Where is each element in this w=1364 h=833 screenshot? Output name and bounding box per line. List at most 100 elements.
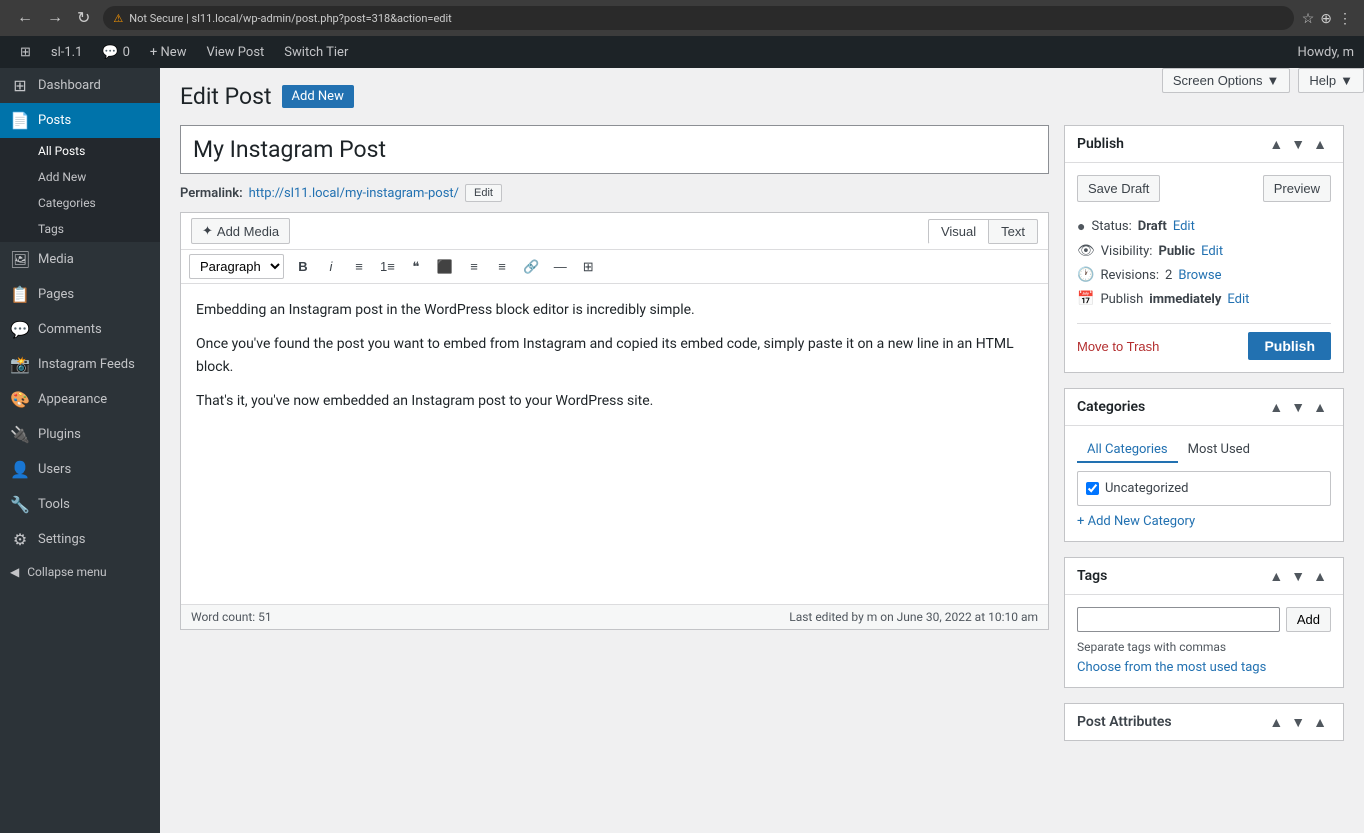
tags-toggle-down[interactable]: ▼ <box>1287 566 1309 586</box>
sidebar-submenu-categories[interactable]: Categories <box>0 190 160 216</box>
new-item[interactable]: + New <box>140 36 197 68</box>
publish-button[interactable]: Publish <box>1248 332 1331 360</box>
publish-timing-edit[interactable]: Edit <box>1227 292 1249 307</box>
categories-box-body: All Categories Most Used Uncategorized +… <box>1065 426 1343 541</box>
sidebar-submenu-add-new[interactable]: Add New <box>0 164 160 190</box>
media-icon: 🖼 <box>10 250 30 269</box>
screen-options-button[interactable]: Screen Options ▼ <box>1162 68 1290 93</box>
tab-visual[interactable]: Visual <box>928 219 989 244</box>
post-attributes-toggle-collapse[interactable]: ▲ <box>1309 712 1331 732</box>
save-draft-button[interactable]: Save Draft <box>1077 175 1160 202</box>
post-attributes-toggle-up[interactable]: ▲ <box>1265 712 1287 732</box>
publish-box-body: Save Draft Preview ● Status: Draft Edit <box>1065 163 1343 372</box>
bold-button[interactable]: B <box>290 255 316 278</box>
add-new-category-link[interactable]: + Add New Category <box>1077 514 1331 529</box>
sidebar-item-tools[interactable]: 🔧 Tools <box>0 487 160 522</box>
sidebar: ⊞ Dashboard 📄 Posts All Posts Add New Ca… <box>0 68 160 833</box>
italic-button[interactable]: i <box>318 255 344 278</box>
visibility-edit-link[interactable]: Edit <box>1201 244 1223 259</box>
refresh-button[interactable]: ↻ <box>72 6 95 30</box>
switch-tier-item[interactable]: Switch Tier <box>274 36 358 68</box>
wp-logo-item[interactable]: ⊞ <box>10 36 41 68</box>
new-label: + New <box>150 45 187 60</box>
move-to-trash-button[interactable]: Move to Trash <box>1077 339 1159 354</box>
post-attributes-toggle-down[interactable]: ▼ <box>1287 712 1309 732</box>
tag-add-button[interactable]: Add <box>1286 607 1331 632</box>
menu-button[interactable]: ⋮ <box>1338 10 1352 27</box>
link-button[interactable]: 🔗 <box>517 255 545 279</box>
publish-box-toggle-down[interactable]: ▼ <box>1287 134 1309 154</box>
back-button[interactable]: ← <box>12 6 38 30</box>
publish-box-toggle-collapse[interactable]: ▲ <box>1309 134 1331 154</box>
editor-toolbar-top: ✦ Add Media Visual Text <box>181 213 1048 250</box>
add-media-button[interactable]: ✦ Add Media <box>191 218 290 244</box>
help-button[interactable]: Help ▼ <box>1298 68 1364 93</box>
unordered-list-button[interactable]: ≡ <box>346 255 372 278</box>
categories-toggle-up[interactable]: ▲ <box>1265 397 1287 417</box>
category-checkbox-uncategorized[interactable] <box>1086 482 1099 495</box>
comments-item[interactable]: 💬 0 <box>92 36 140 68</box>
revisions-browse-link[interactable]: Browse <box>1178 268 1221 283</box>
sidebar-item-settings[interactable]: ⚙ Settings <box>0 522 160 557</box>
tags-box-title: Tags <box>1077 568 1265 584</box>
tab-all-categories[interactable]: All Categories <box>1077 438 1178 463</box>
instagram-icon: 📸 <box>10 355 30 374</box>
categories-meta-box: Categories ▲ ▼ ▲ All Categories Most Use… <box>1064 388 1344 542</box>
preview-button[interactable]: Preview <box>1263 175 1331 202</box>
bookmark-button[interactable]: ☆ <box>1302 10 1315 27</box>
add-media-label: Add Media <box>217 224 279 239</box>
categories-toggle-collapse[interactable]: ▲ <box>1309 397 1331 417</box>
sidebar-item-comments[interactable]: 💬 Comments <box>0 312 160 347</box>
tab-text[interactable]: Text <box>989 219 1038 244</box>
permalink-link[interactable]: http://sl11.local/my-instagram-post/ <box>249 186 459 201</box>
choose-tags-link[interactable]: Choose from the most used tags <box>1077 660 1266 675</box>
revisions-label: Revisions: <box>1100 268 1159 283</box>
sidebar-item-pages[interactable]: 📋 Pages <box>0 277 160 312</box>
sidebar-item-posts[interactable]: 📄 Posts <box>0 103 160 138</box>
categories-toggle-down[interactable]: ▼ <box>1287 397 1309 417</box>
sidebar-item-dashboard[interactable]: ⊞ Dashboard <box>0 68 160 103</box>
align-right-button[interactable]: ≡ <box>489 255 515 278</box>
appearance-icon: 🎨 <box>10 390 30 409</box>
sidebar-item-plugins[interactable]: 🔌 Plugins <box>0 417 160 452</box>
status-value: Draft <box>1138 219 1167 234</box>
post-title-input[interactable] <box>180 125 1049 174</box>
collapse-menu-item[interactable]: ◀ Collapse menu <box>0 557 160 587</box>
sidebar-item-appearance[interactable]: 🎨 Appearance <box>0 382 160 417</box>
publish-footer: Move to Trash Publish <box>1077 323 1331 360</box>
content-area: Screen Options ▼ Help ▼ Edit Post Add Ne… <box>160 68 1364 833</box>
category-item-uncategorized: Uncategorized <box>1086 478 1322 499</box>
align-center-button[interactable]: ≡ <box>461 255 487 278</box>
tab-most-used-categories[interactable]: Most Used <box>1178 438 1260 463</box>
sidebar-label-instagram: Instagram Feeds <box>38 357 135 372</box>
comments-nav-icon: 💬 <box>10 320 30 339</box>
tags-toggle-up[interactable]: ▲ <box>1265 566 1287 586</box>
permalink-edit-button[interactable]: Edit <box>465 184 502 202</box>
more-button[interactable]: — <box>547 255 573 278</box>
publish-box-toggle-up[interactable]: ▲ <box>1265 134 1287 154</box>
switch-tier-label: Switch Tier <box>284 45 348 60</box>
sidebar-item-users[interactable]: 👤 Users <box>0 452 160 487</box>
publish-meta-list: ● Status: Draft Edit 👁 Visibility: Publi… <box>1077 214 1331 311</box>
sidebar-panels: Publish ▲ ▼ ▲ Save Draft Preview ● <box>1064 125 1344 756</box>
sidebar-item-instagram-feeds[interactable]: 📸 Instagram Feeds <box>0 347 160 382</box>
forward-button[interactable]: → <box>42 6 68 30</box>
add-new-button[interactable]: Add New <box>282 85 354 108</box>
sidebar-submenu-tags[interactable]: Tags <box>0 216 160 242</box>
view-post-item[interactable]: View Post <box>196 36 274 68</box>
status-edit-link[interactable]: Edit <box>1173 219 1195 234</box>
blockquote-button[interactable]: ❝ <box>403 255 429 279</box>
editor-content[interactable]: Embedding an Instagram post in the WordP… <box>181 284 1048 604</box>
site-name-item[interactable]: sl-1.1 <box>41 36 93 68</box>
edit-main: Permalink: http://sl11.local/my-instagra… <box>180 125 1049 756</box>
address-bar[interactable]: ⚠ Not Secure | sl11.local/wp-admin/post.… <box>103 6 1293 30</box>
tag-input[interactable] <box>1077 607 1280 632</box>
align-left-button[interactable]: ⬛ <box>431 255 459 279</box>
toolbar-toggle-button[interactable]: ⊞ <box>575 255 601 279</box>
sidebar-submenu-all-posts[interactable]: All Posts <box>0 138 160 164</box>
extensions-button[interactable]: ⊕ <box>1320 10 1332 27</box>
sidebar-item-media[interactable]: 🖼 Media <box>0 242 160 277</box>
ordered-list-button[interactable]: 1≡ <box>374 255 401 278</box>
paragraph-select[interactable]: Paragraph <box>189 254 284 279</box>
tags-toggle-collapse[interactable]: ▲ <box>1309 566 1331 586</box>
